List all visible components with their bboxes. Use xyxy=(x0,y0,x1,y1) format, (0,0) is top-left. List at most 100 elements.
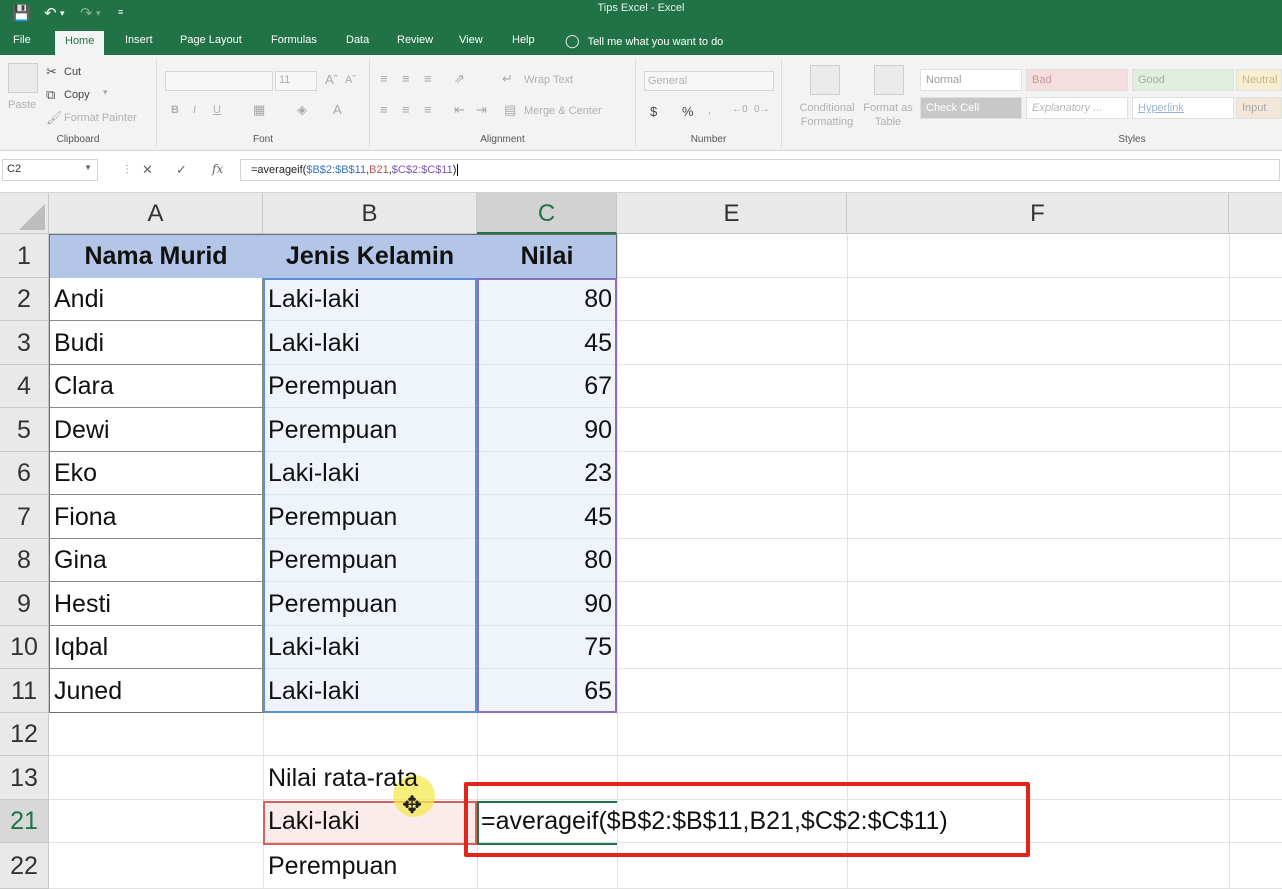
clipboard-label: Clipboard xyxy=(56,134,100,145)
number-group: General $ % , ←0 0→ Number xyxy=(636,59,782,147)
increase-indent-icon[interactable]: ⇥ xyxy=(476,102,487,118)
tab-view[interactable]: View xyxy=(449,33,493,55)
row-header-22[interactable]: 22 xyxy=(0,843,49,889)
increase-decimal-icon[interactable]: ←0 xyxy=(732,104,748,115)
tell-me-search[interactable]: ◯ Tell me what you want to do xyxy=(565,33,723,49)
tab-review[interactable]: Review xyxy=(387,33,443,55)
style-hyperlink[interactable]: Hyperlink xyxy=(1132,97,1234,119)
align-bottom-icon[interactable]: ≡ xyxy=(424,71,432,86)
tab-data[interactable]: Data xyxy=(336,33,379,55)
number-format-combo[interactable]: General xyxy=(644,71,774,91)
tab-help[interactable]: Help xyxy=(502,33,545,55)
row-header-12[interactable]: 12 xyxy=(0,713,49,756)
format-painter-button[interactable]: Format Painter xyxy=(64,112,137,124)
style-bad[interactable]: Bad xyxy=(1026,69,1128,91)
underline-button[interactable]: U xyxy=(213,104,221,116)
column-header-c[interactable]: C xyxy=(477,193,617,234)
currency-button[interactable]: $ xyxy=(650,104,657,119)
alignment-label: Alignment xyxy=(480,134,525,145)
ribbon-tabs: File Home Insert Page Layout Formulas Da… xyxy=(0,28,1282,55)
orientation-icon[interactable]: ⇗ xyxy=(454,71,465,87)
cell-b21[interactable]: Laki-laki xyxy=(263,800,360,843)
row-header-10[interactable]: 10 xyxy=(0,626,49,669)
column-header-b[interactable]: B xyxy=(263,193,477,234)
name-box-dropdown-icon[interactable]: ▼ xyxy=(84,163,92,172)
copy-dropdown-icon[interactable]: ▾ xyxy=(103,87,108,98)
row-header-4[interactable]: 4 xyxy=(0,365,49,408)
cell-c21-formula[interactable]: =averageif($B$2:$B$11,B21,$C$2:$C$11) xyxy=(477,800,948,843)
conditional-formatting-icon xyxy=(810,65,840,95)
row-header-9[interactable]: 9 xyxy=(0,582,49,626)
font-name-combo[interactable] xyxy=(165,71,273,91)
cut-button[interactable]: Cut xyxy=(64,66,81,78)
format-painter-icon: 🖌 xyxy=(46,110,63,125)
decrease-decimal-icon[interactable]: 0→ xyxy=(754,104,770,115)
column-header-f[interactable]: F xyxy=(847,193,1229,234)
select-all-corner[interactable] xyxy=(0,193,49,234)
name-box[interactable]: C2 ▼ xyxy=(2,159,98,181)
tab-home[interactable]: Home xyxy=(55,31,105,55)
formula-bar: C2 ▼ ⋮ ✕ ✓ fx =averageif($B$2:$B$11,B21,… xyxy=(0,151,1282,193)
formula-input[interactable]: =averageif($B$2:$B$11,B21,$C$2:$C$11) xyxy=(240,159,1280,181)
row-header-11[interactable]: 11 xyxy=(0,669,49,713)
window-title: Tips Excel - Excel xyxy=(597,2,685,14)
font-size-combo[interactable]: 11 xyxy=(275,71,317,91)
decrease-indent-icon[interactable]: ⇤ xyxy=(454,102,465,118)
reference-range-b2-b11 xyxy=(263,278,477,713)
align-center-icon[interactable]: ≡ xyxy=(402,102,410,117)
align-middle-icon[interactable]: ≡ xyxy=(402,71,410,86)
column-header-e[interactable]: E xyxy=(617,193,847,234)
row-header-6[interactable]: 6 xyxy=(0,452,49,495)
style-check-cell[interactable]: Check Cell xyxy=(920,97,1022,119)
fx-icon[interactable]: fx xyxy=(212,162,223,176)
merge-center-button[interactable]: Merge & Center xyxy=(524,105,602,117)
row-header-21[interactable]: 21 xyxy=(0,800,49,843)
cell-b22[interactable]: Perempuan xyxy=(263,843,397,889)
align-top-icon[interactable]: ≡ xyxy=(380,71,388,86)
row-header-1[interactable]: 1 xyxy=(0,234,49,278)
copy-button[interactable]: Copy xyxy=(64,89,90,101)
decrease-font-icon[interactable]: Aˇ xyxy=(345,74,356,86)
copy-icon: ⧉ xyxy=(46,87,56,102)
conditional-formatting-button[interactable]: Conditional Formatting xyxy=(792,101,862,129)
align-left-icon[interactable]: ≡ xyxy=(380,102,388,117)
format-as-table-icon xyxy=(874,65,904,95)
title-bar: 💾 ↶ ▾ ↷ ▾ ≡ Tips Excel - Excel xyxy=(0,0,1282,28)
row-header-13[interactable]: 13 xyxy=(0,756,49,800)
styles-label: Styles xyxy=(1118,134,1146,145)
style-input[interactable]: Input xyxy=(1236,97,1282,119)
tab-file[interactable]: File xyxy=(3,33,41,55)
format-as-table-button[interactable]: Format as Table xyxy=(860,101,916,129)
row-header-7[interactable]: 7 xyxy=(0,495,49,539)
check-icon[interactable]: ✓ xyxy=(176,162,187,178)
percent-button[interactable]: % xyxy=(682,104,694,119)
wrap-text-button[interactable]: Wrap Text xyxy=(524,74,573,86)
increase-font-icon[interactable]: Aˆ xyxy=(325,72,338,87)
paste-button[interactable]: Paste xyxy=(8,99,36,111)
row-header-2[interactable]: 2 xyxy=(0,278,49,321)
italic-button[interactable]: I xyxy=(193,104,196,116)
font-color-icon[interactable]: A xyxy=(333,102,342,117)
column-header-a[interactable]: A xyxy=(49,193,263,234)
tab-formulas[interactable]: Formulas xyxy=(261,33,327,55)
fill-color-icon[interactable]: ◈ xyxy=(297,102,307,118)
paste-icon[interactable] xyxy=(8,63,38,93)
cell-b13[interactable]: Nilai rata-rata xyxy=(263,756,418,800)
row-header-8[interactable]: 8 xyxy=(0,539,49,582)
style-neutral[interactable]: Neutral xyxy=(1236,69,1282,91)
row-header-5[interactable]: 5 xyxy=(0,408,49,452)
comma-style-icon[interactable]: , xyxy=(708,104,711,116)
tab-page-layout[interactable]: Page Layout xyxy=(170,33,252,55)
style-normal[interactable]: Normal xyxy=(920,69,1022,91)
more-icon: ⋮ xyxy=(122,164,132,175)
align-right-icon[interactable]: ≡ xyxy=(424,102,432,117)
style-explanatory[interactable]: Explanatory ... xyxy=(1026,97,1128,119)
row-header-3[interactable]: 3 xyxy=(0,321,49,365)
cancel-icon[interactable]: ✕ xyxy=(142,162,153,178)
bold-button[interactable]: B xyxy=(171,104,179,116)
borders-icon[interactable]: ▦ xyxy=(253,102,265,118)
tab-insert[interactable]: Insert xyxy=(115,33,163,55)
style-good[interactable]: Good xyxy=(1132,69,1234,91)
text-caret xyxy=(457,164,459,176)
column-header-next[interactable] xyxy=(1229,193,1282,234)
